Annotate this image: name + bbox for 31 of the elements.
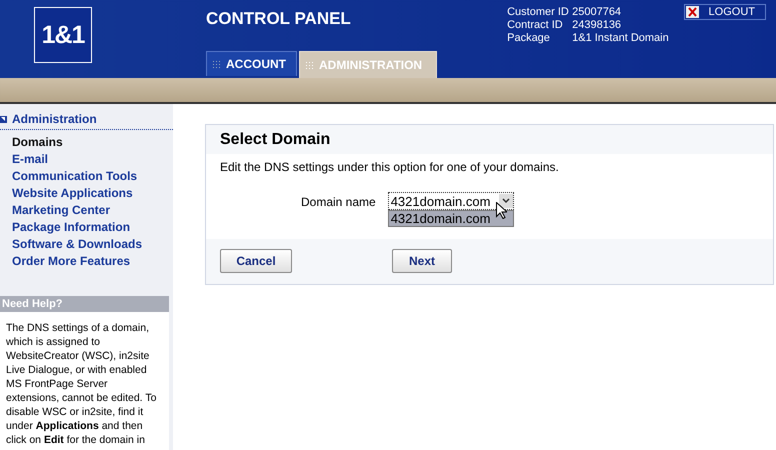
sidebar-link[interactable]: Marketing Center [12, 202, 173, 219]
sidebar-link[interactable]: E-mail [12, 151, 173, 168]
cursor-icon [496, 202, 507, 219]
info-value: 1&1 Instant Domain [572, 32, 669, 45]
close-icon [686, 6, 699, 18]
panel-description: Edit the DNS settings under this option for one of your domains. [219, 159, 560, 174]
form-button[interactable]: Cancel [220, 249, 292, 273]
logout-button[interactable]: LOGOUT [684, 4, 766, 20]
info-label: Customer ID [507, 6, 570, 19]
info-value: 25007764 [572, 6, 622, 19]
info-value: 24398136 [572, 19, 622, 32]
sidebar-link[interactable]: Package Information [12, 219, 173, 236]
panel-title: Select Domain [219, 130, 332, 150]
logo: 1&1 [34, 7, 92, 63]
caret-icon [498, 194, 513, 208]
sidebar-link[interactable]: Website Applications [12, 185, 173, 202]
field-label: Domain name [301, 194, 376, 209]
help-text: The DNS settings of a domain, which is assigned to WebsiteCreator (WSC), in2site Live Dialogue, or with enabled MS FrontPage Server extensions, cannot be edited. To disable WSC or in2site, find it under Applications and then click on Edit for the domain in [0, 312, 169, 450]
info-label: Package [507, 32, 551, 45]
sidebar-heading[interactable]: Administration [12, 112, 97, 126]
sidebar-link[interactable]: Software & Downloads [12, 236, 173, 253]
info-label: Contract ID [507, 19, 564, 32]
sidebar-link[interactable]: Communication Tools [12, 168, 173, 185]
help-title: Need Help? [0, 296, 169, 312]
control-panel-title: CONTROL PANEL [206, 9, 352, 29]
nav-tab[interactable]: ACCOUNT [206, 51, 297, 76]
form-button[interactable]: Next [392, 249, 452, 273]
collapse-icon [0, 116, 7, 122]
domain-select[interactable]: 4321domain.com [388, 192, 514, 210]
sidebar-link[interactable]: Order More Features [12, 253, 173, 270]
sidebar-link[interactable]: Domains [12, 134, 173, 151]
